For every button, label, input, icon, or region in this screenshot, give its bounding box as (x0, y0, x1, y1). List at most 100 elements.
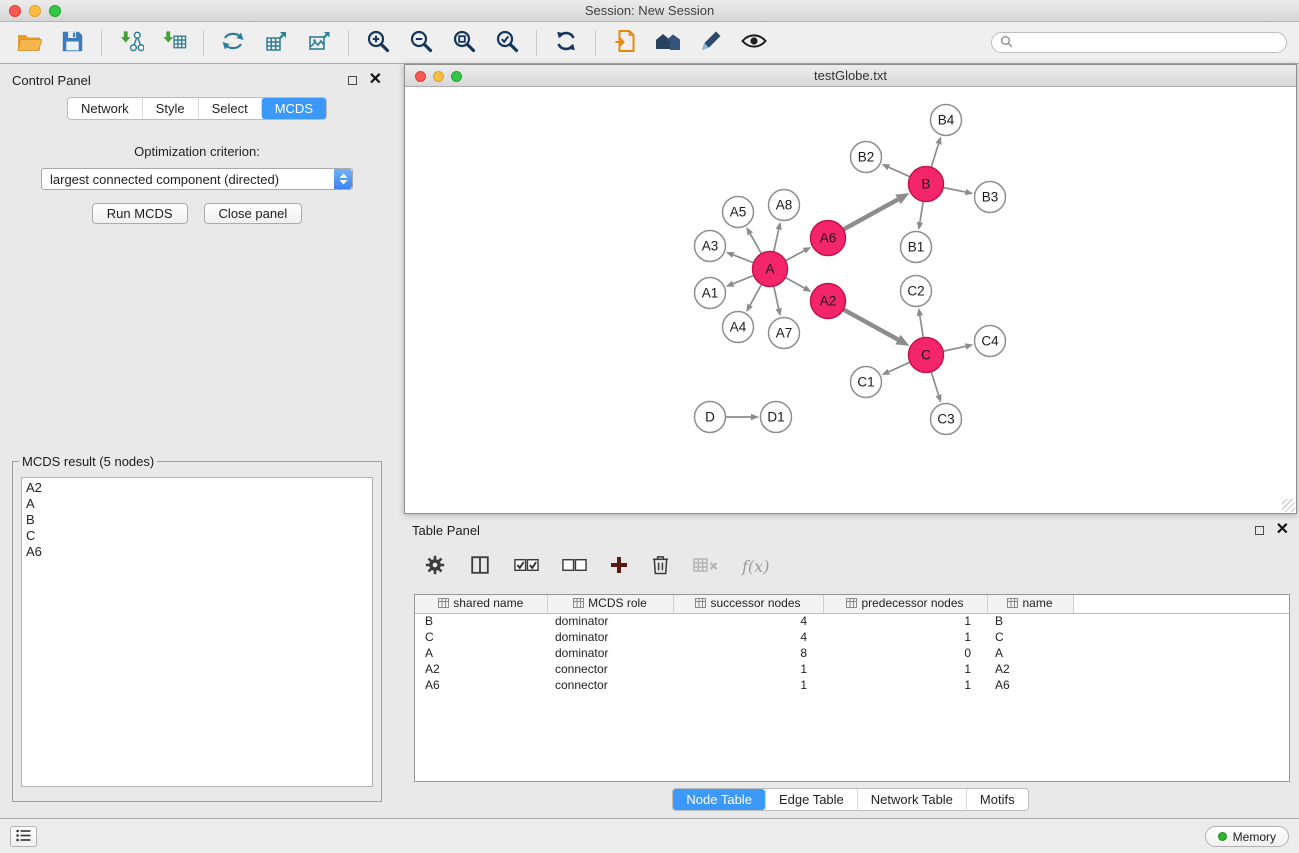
graph-node-d[interactable]: D (695, 402, 726, 433)
graph-node-b3[interactable]: B3 (975, 182, 1006, 213)
graph-edge-b-b2[interactable] (889, 167, 910, 177)
graph-edge-c-c4[interactable] (943, 346, 965, 351)
resize-grip[interactable] (1282, 499, 1295, 512)
control-tab-select[interactable]: Select (198, 98, 261, 119)
graph-node-a8[interactable]: A8 (769, 190, 800, 221)
apply-layout-button[interactable] (549, 27, 583, 59)
close-panel-button[interactable]: ✕ (369, 74, 382, 86)
column-header-mcds-role[interactable]: MCDS role (547, 595, 673, 613)
graph-edge-b-b1[interactable] (920, 201, 923, 222)
open-file-button[interactable] (12, 27, 46, 59)
graph-node-b2[interactable]: B2 (851, 142, 882, 173)
export-table-button[interactable] (259, 27, 293, 59)
close-table-panel-button[interactable]: ✕ (1276, 524, 1289, 536)
float-table-panel-button[interactable] (1255, 526, 1264, 535)
function-builder-button[interactable]: f(x) (742, 551, 769, 581)
graph-node-a6[interactable]: A6 (811, 221, 846, 256)
checked-boxes-icon (514, 557, 539, 576)
open-session-file-button[interactable] (608, 27, 642, 59)
zoom-in-button[interactable] (361, 27, 395, 59)
create-column-button[interactable] (610, 551, 628, 581)
column-header-predecessor-nodes[interactable]: predecessor nodes (823, 595, 987, 613)
graph-edge-c-c3[interactable] (931, 372, 938, 395)
graph-edge-a-a1[interactable] (733, 275, 754, 283)
graph-node-c1[interactable]: C1 (851, 367, 882, 398)
graph-edge-c-c1[interactable] (889, 362, 910, 372)
export-image-button[interactable] (302, 27, 336, 59)
graph-node-c[interactable]: C (909, 338, 944, 373)
graph-edge-a-a3[interactable] (733, 255, 753, 263)
graph-edge-a-a7[interactable] (774, 286, 779, 308)
graph-node-c3[interactable]: C3 (931, 404, 962, 435)
show-columns-button[interactable] (469, 551, 491, 581)
save-session-button[interactable] (55, 27, 89, 59)
graph-edge-a-a5[interactable] (750, 234, 761, 254)
graph-edge-a6-b[interactable] (843, 199, 898, 229)
graph-node-c2[interactable]: C2 (901, 276, 932, 307)
mcds-result-item[interactable]: B (26, 512, 368, 528)
graph-node-a7[interactable]: A7 (769, 318, 800, 349)
graph-node-a[interactable]: A (753, 252, 788, 287)
table-tab-network-table[interactable]: Network Table (857, 789, 966, 810)
search-input[interactable] (1018, 36, 1278, 50)
import-table-file-button[interactable] (157, 27, 191, 59)
graph-node-d1[interactable]: D1 (761, 402, 792, 433)
graph-node-a3[interactable]: A3 (695, 231, 726, 262)
memory-button[interactable]: Memory (1205, 826, 1289, 847)
graph-edge-a2-c[interactable] (843, 309, 898, 339)
table-tab-motifs[interactable]: Motifs (966, 789, 1028, 810)
mcds-result-item[interactable]: A6 (26, 544, 368, 560)
close-panel-button-2[interactable]: Close panel (204, 203, 303, 224)
network-overview-button[interactable] (651, 27, 685, 59)
graph-edge-a-a4[interactable] (750, 284, 761, 305)
table-settings-button[interactable] (424, 551, 446, 581)
unselect-all-columns-button[interactable] (562, 551, 587, 581)
float-panel-button[interactable] (348, 76, 357, 85)
export-network-button[interactable] (216, 27, 250, 59)
zoom-out-button[interactable] (404, 27, 438, 59)
table-tab-node-table[interactable]: Node Table (673, 789, 765, 810)
run-mcds-button[interactable]: Run MCDS (92, 203, 188, 224)
delete-column-button[interactable] (651, 551, 670, 581)
graph-node-a4[interactable]: A4 (723, 312, 754, 343)
column-header-shared-name[interactable]: shared name (415, 595, 547, 613)
zoom-selected-button[interactable] (490, 27, 524, 59)
graph-node-a1[interactable]: A1 (695, 278, 726, 309)
graph-edge-b-b4[interactable] (931, 144, 938, 167)
graph-node-a2[interactable]: A2 (811, 284, 846, 319)
control-tab-style[interactable]: Style (142, 98, 198, 119)
graph-edge-a-a2[interactable] (785, 277, 804, 288)
task-history-button[interactable] (10, 826, 37, 847)
show-hide-graphics-button[interactable] (737, 27, 771, 59)
table-row[interactable]: Adominator80A (415, 645, 1289, 661)
mcds-result-item[interactable]: A (26, 496, 368, 512)
control-tab-network[interactable]: Network (68, 98, 142, 119)
network-canvas[interactable]: B4 B2 B B3 A5 A8 A6 B1 A3 A C2 A1 A2 A4 A7 C4 C C1 C3 D D1 (405, 87, 1296, 513)
select-all-columns-button[interactable] (514, 551, 539, 581)
network-window-titlebar[interactable]: testGlobe.txt (405, 65, 1296, 87)
column-header-successor-nodes[interactable]: successor nodes (673, 595, 823, 613)
graph-node-b[interactable]: B (909, 167, 944, 202)
graph-edge-a-a8[interactable] (774, 229, 779, 251)
table-row[interactable]: Cdominator41C (415, 629, 1289, 645)
graph-node-a5[interactable]: A5 (723, 197, 754, 228)
table-tab-edge-table[interactable]: Edge Table (765, 789, 857, 810)
graph-edge-b-b3[interactable] (943, 187, 965, 192)
table-row[interactable]: Bdominator41B (415, 613, 1289, 629)
delete-table-button[interactable] (693, 551, 719, 581)
zoom-fit-button[interactable] (447, 27, 481, 59)
table-row[interactable]: A2connector11A2 (415, 661, 1289, 677)
graph-node-b1[interactable]: B1 (901, 232, 932, 263)
graph-edge-a-a6[interactable] (785, 251, 804, 261)
graph-node-b4[interactable]: B4 (931, 105, 962, 136)
graph-node-c4[interactable]: C4 (975, 326, 1006, 357)
import-network-file-button[interactable] (114, 27, 148, 59)
mcds-result-item[interactable]: C (26, 528, 368, 544)
column-header-name[interactable]: name (987, 595, 1073, 613)
control-tab-mcds[interactable]: MCDS (261, 98, 326, 119)
optimization-criterion-select[interactable]: largest connected component (directed) (41, 168, 353, 190)
graph-edge-c-c2[interactable] (920, 316, 923, 338)
mcds-result-item[interactable]: A2 (26, 480, 368, 496)
apply-style-button[interactable] (694, 27, 728, 59)
table-row[interactable]: A6connector11A6 (415, 677, 1289, 693)
